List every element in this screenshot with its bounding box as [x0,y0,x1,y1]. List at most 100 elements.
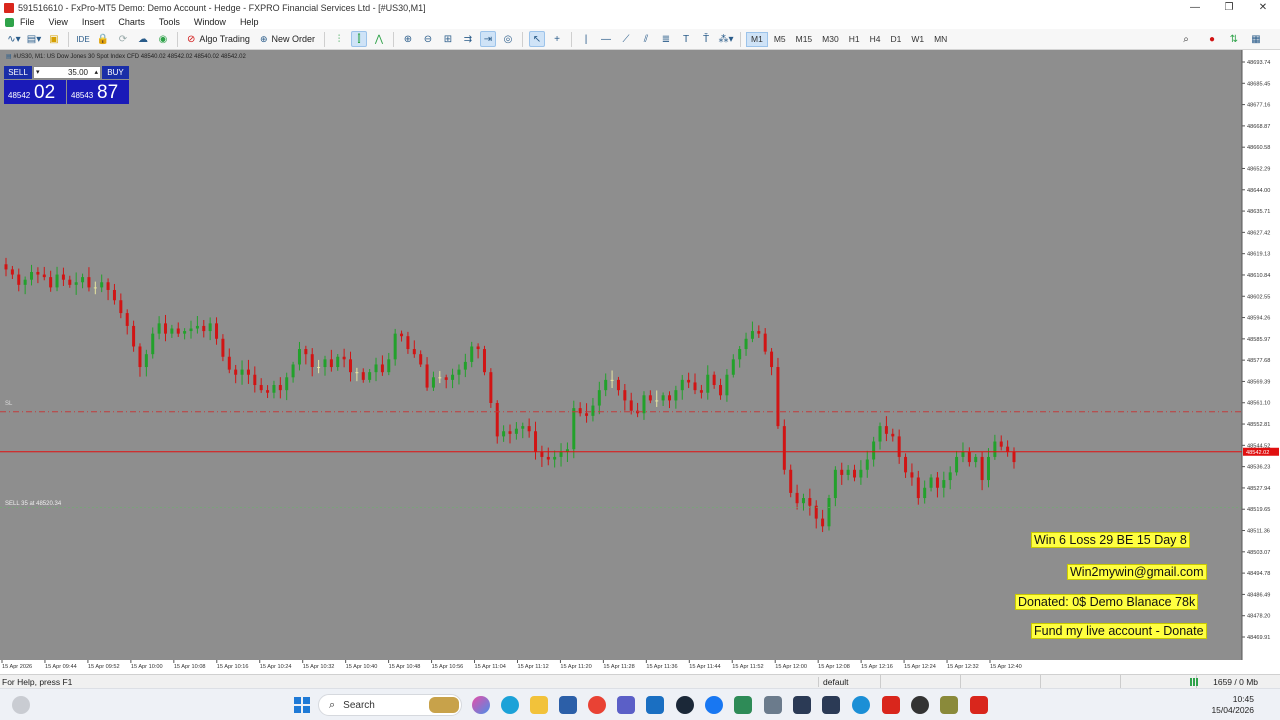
tf-m15[interactable]: M15 [792,32,817,47]
horizontal-line-icon[interactable]: — [598,31,614,47]
cursor-icon[interactable]: ↖ [529,31,545,47]
candle-body [470,346,474,362]
new-chart-icon[interactable]: ▣ [46,31,62,47]
fxpro-icon-1[interactable] [882,696,900,714]
tf-m30[interactable]: M30 [818,32,843,47]
time-tick-label: 15 Apr 11:20 [560,664,591,670]
system-clock[interactable]: 10:45 15/04/2026 [1211,694,1254,716]
sl-label[interactable]: SL [5,401,12,407]
teams-icon[interactable] [617,696,635,714]
facebook-icon[interactable] [705,696,723,714]
menu-tools[interactable]: Tools [159,17,180,27]
menu-charts[interactable]: Charts [118,17,145,27]
tf-d1[interactable]: D1 [886,32,905,47]
volume-up-icon[interactable]: ▴ [94,67,98,78]
chart-type-icon[interactable]: ∿▾ [6,31,22,47]
line-chart-icon[interactable]: ⋀ [371,31,387,47]
menu-window[interactable]: Window [194,17,226,27]
market-icon[interactable]: ◉ [155,31,171,47]
menu-view[interactable]: View [49,17,68,27]
chart-area[interactable]: 48693.74 48685.45 48677.16 48668.87 48660.58… [0,50,1280,674]
grid-icon[interactable]: ⊞ [440,31,456,47]
symbol-icon: ▤ [6,54,12,60]
file-explorer-icon[interactable] [530,696,548,714]
screenshot-icon[interactable]: ◎ [500,31,516,47]
candle-body [23,279,27,285]
templates-icon[interactable]: ▤▾ [26,31,42,47]
start-icon[interactable] [293,696,311,714]
buy-button[interactable]: BUY [102,66,129,79]
cloud-icon[interactable]: ☁ [135,31,151,47]
trendline-icon[interactable]: ⟋ [618,31,634,47]
app-icon-3[interactable] [793,696,811,714]
chart-shift-icon[interactable]: ⇥ [480,31,496,47]
candle-body [349,359,353,373]
fxpro-icon-2[interactable] [970,696,988,714]
candle-body [68,279,72,285]
candlestick-icon[interactable]: ⫿ [351,31,367,47]
fibonacci-icon[interactable]: ≣ [658,31,674,47]
tf-mn[interactable]: MN [930,32,951,47]
shapes-icon[interactable]: ⁂▾ [718,31,734,47]
menu-file[interactable]: File [20,17,35,27]
candle-body [948,472,952,481]
store-icon[interactable] [559,696,577,714]
sell-button[interactable]: SELL [4,66,32,79]
candle-body [808,498,812,506]
price-tick-label: 48577.68 [1247,358,1270,364]
maximize-button[interactable]: ❐ [1212,0,1246,15]
lock-icon[interactable]: 🔒 [95,31,111,47]
chrome-icon[interactable] [588,696,606,714]
candle-body [476,346,480,350]
autotrade-icon[interactable]: ⟳ [115,31,131,47]
app-icon-2[interactable] [764,696,782,714]
profile-name[interactable]: default [818,677,878,687]
steam-icon[interactable] [676,696,694,714]
copilot-icon[interactable] [472,696,490,714]
app-icon-6[interactable] [911,696,929,714]
current-price-tag: 48542.02 [1246,450,1269,456]
close-button[interactable]: ✕ [1246,0,1280,15]
ide-icon[interactable]: IDE [75,31,91,47]
vertical-line-icon[interactable]: | [578,31,594,47]
signal-icon[interactable]: ⇅ [1226,32,1242,48]
tf-h1[interactable]: H1 [845,32,864,47]
price-chart[interactable]: 48693.74 48685.45 48677.16 48668.87 48660.58… [0,50,1280,674]
tf-m5[interactable]: M5 [770,32,790,47]
notifications-icon[interactable]: ● [1204,32,1220,48]
outlook-icon[interactable] [646,696,664,714]
tf-h4[interactable]: H4 [866,32,885,47]
bar-chart-icon[interactable]: ⫶ [331,31,347,47]
minimize-button[interactable]: — [1178,0,1212,15]
new-order-button[interactable]: ⊕ New Order [257,31,318,47]
app-icon-5[interactable] [852,696,870,714]
donation-box: Donated: 0$ Demo Blanace 78k [1015,594,1199,610]
autoscroll-icon[interactable]: ⇉ [460,31,476,47]
candle-body [986,456,990,481]
crosshair-icon[interactable]: + [549,31,565,47]
text-icon[interactable]: T [678,31,694,47]
text-label-icon[interactable]: Ť [698,31,714,47]
equidistant-channel-icon[interactable]: ⫽ [638,31,654,47]
app-icon-7[interactable] [940,696,958,714]
candle-body [610,379,614,381]
taskbar-search[interactable]: ⌕ Search [318,694,462,716]
menu-help[interactable]: Help [240,17,259,27]
algo-trading-button[interactable]: ⊘ Algo Trading [184,31,253,47]
widgets-icon[interactable] [12,696,30,714]
sell-price-box[interactable]: 48542 02 [4,80,66,104]
zoom-out-icon[interactable]: ⊖ [420,31,436,47]
app-icon-4[interactable] [822,696,840,714]
search-icon[interactable]: ⌕ [1178,32,1194,48]
buy-price-box[interactable]: 48543 87 [67,80,129,104]
app-icon-1[interactable] [734,696,752,714]
menu-insert[interactable]: Insert [82,17,105,27]
edge-icon[interactable] [501,696,519,714]
volume-down-icon[interactable]: ▾ [36,67,40,78]
tf-m1[interactable]: M1 [746,31,768,47]
market-watch-icon[interactable]: ▦ [1248,32,1264,48]
zoom-in-icon[interactable]: ⊕ [400,31,416,47]
volume-input[interactable]: ▾ 35.00 ▴ [33,66,101,79]
tf-w1[interactable]: W1 [907,32,928,47]
order-label[interactable]: SELL 35 at 48520.34 [5,501,61,507]
